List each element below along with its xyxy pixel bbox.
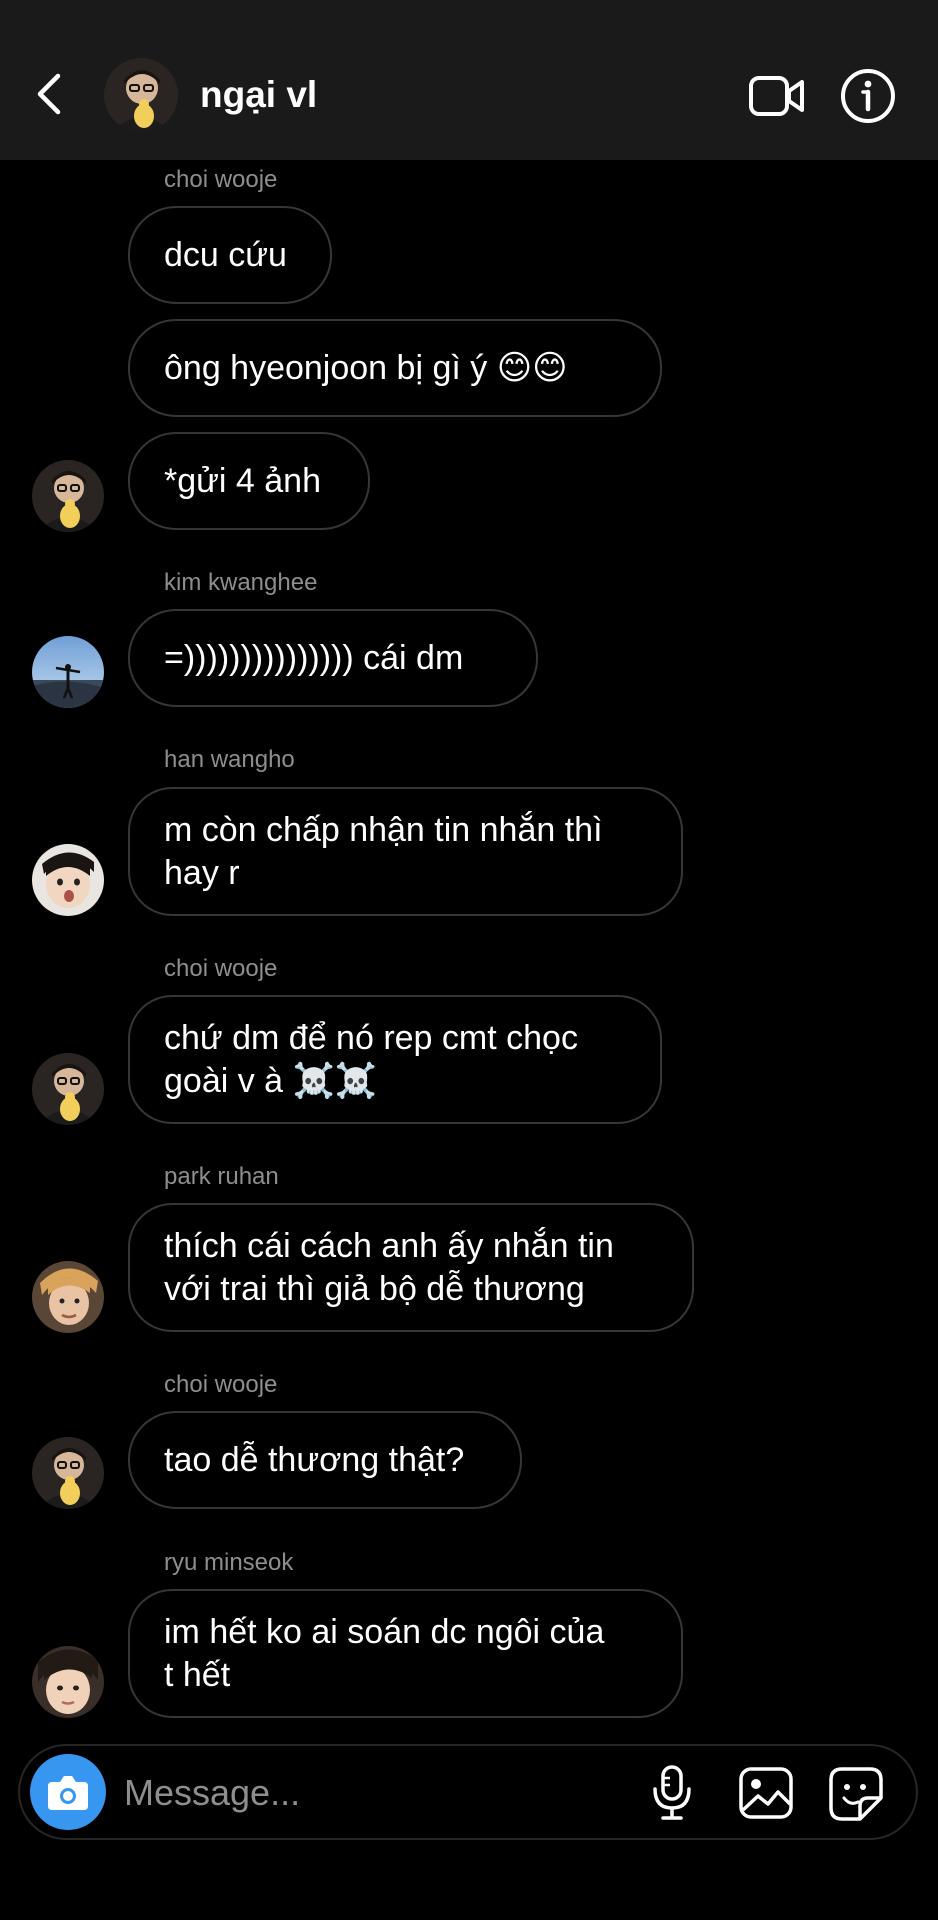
message-input[interactable] bbox=[122, 1764, 526, 1822]
gallery-icon[interactable] bbox=[738, 1766, 794, 1820]
message-bubble[interactable]: m còn chấp nhận tin nhắn thì hay r bbox=[128, 787, 683, 916]
message-bubble[interactable]: =))))))))))))))) cái dm bbox=[128, 609, 538, 707]
message-text-line: t hết bbox=[164, 1656, 231, 1694]
message-text: ông hyeonjoon bị gì ý 😊😊 bbox=[164, 348, 568, 387]
message-bubble[interactable]: ông hyeonjoon bị gì ý 😊😊 bbox=[128, 319, 662, 417]
message-bubble[interactable]: dcu cứu bbox=[128, 206, 332, 304]
message-text-line: chứ dm để nó rep cmt chọc bbox=[164, 1019, 578, 1057]
message-text-line: hay r bbox=[164, 854, 240, 892]
sender-name: choi wooje bbox=[164, 1371, 278, 1398]
avatar[interactable] bbox=[32, 1437, 104, 1509]
message-text: *gửi 4 ảnh bbox=[164, 461, 321, 500]
avatar[interactable] bbox=[32, 844, 104, 916]
sender-name: choi wooje bbox=[164, 955, 278, 982]
message-text-line: goài v à ☠️☠️ bbox=[164, 1062, 378, 1100]
message-composer bbox=[18, 1744, 918, 1840]
sender-name: choi wooje bbox=[164, 166, 278, 193]
sender-name: han wangho bbox=[164, 746, 295, 773]
back-icon[interactable] bbox=[28, 68, 74, 120]
message-text: =))))))))))))))) cái dm bbox=[164, 638, 464, 677]
avatar[interactable] bbox=[32, 1053, 104, 1125]
message-bubble[interactable]: *gửi 4 ảnh bbox=[128, 432, 370, 530]
message-bubble[interactable]: tao dễ thương thật? bbox=[128, 1411, 522, 1509]
sticker-icon[interactable] bbox=[828, 1766, 884, 1822]
sender-name: kim kwanghee bbox=[164, 569, 318, 596]
sender-name: ryu minseok bbox=[164, 1549, 294, 1576]
message-bubble[interactable]: im hết ko ai soán dc ngôi của t hết bbox=[128, 1589, 683, 1718]
avatar[interactable] bbox=[32, 460, 104, 532]
message-text-line: với trai thì giả bộ dễ thương bbox=[164, 1270, 585, 1308]
message-text-line: m còn chấp nhận tin nhắn thì bbox=[164, 811, 603, 849]
chat-title[interactable]: ngại vl bbox=[200, 72, 317, 118]
message-text: dcu cứu bbox=[164, 235, 287, 274]
microphone-icon[interactable] bbox=[650, 1764, 694, 1822]
avatar[interactable] bbox=[32, 1261, 104, 1333]
message-text-line: im hết ko ai soán dc ngôi của bbox=[164, 1613, 605, 1651]
message-text: tao dễ thương thật? bbox=[164, 1440, 465, 1479]
chat-header: ngại vl bbox=[0, 0, 938, 160]
avatar[interactable] bbox=[32, 1646, 104, 1718]
chat-avatar[interactable] bbox=[104, 58, 178, 132]
avatar[interactable] bbox=[32, 636, 104, 708]
message-bubble[interactable]: thích cái cách anh ấy nhắn tin với trai … bbox=[128, 1203, 694, 1332]
sender-name: park ruhan bbox=[164, 1163, 279, 1190]
message-text-line: thích cái cách anh ấy nhắn tin bbox=[164, 1227, 614, 1265]
message-bubble[interactable]: chứ dm để nó rep cmt chọc goài v à ☠️☠️ bbox=[128, 995, 662, 1124]
camera-icon[interactable] bbox=[30, 1754, 106, 1830]
video-camera-icon[interactable] bbox=[748, 74, 806, 118]
info-icon[interactable] bbox=[840, 68, 896, 124]
